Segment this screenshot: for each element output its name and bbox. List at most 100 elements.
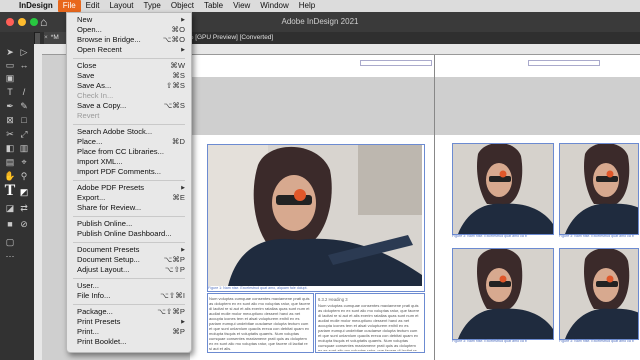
menu-file[interactable]: File: [57, 0, 81, 12]
menu-item-adobe-pdf-presets[interactable]: Adobe PDF Presets ▶: [67, 183, 191, 193]
menu-item-file-info[interactable]: File Info... ⌥⇧⌘I: [67, 291, 191, 301]
menu-item-label: File Info...: [77, 291, 111, 300]
upper-page-spread[interactable]: [190, 55, 640, 77]
menu-item-package[interactable]: Package... ⌥⇧⌘P: [67, 307, 191, 317]
menu-item-print-presets[interactable]: Print Presets ▶: [67, 317, 191, 327]
menu-separator: [73, 216, 185, 217]
menu-object[interactable]: Object: [166, 0, 199, 12]
menu-item-open-recent[interactable]: Open Recent ▶: [67, 45, 191, 55]
rectangle-frame-tool-icon[interactable]: ⊠: [3, 114, 17, 126]
menu-layout[interactable]: Layout: [104, 0, 138, 12]
spread-spine: [434, 55, 435, 360]
menu-separator: [73, 304, 185, 305]
main-photo[interactable]: [208, 145, 422, 286]
pen-tool-icon[interactable]: ✒: [3, 100, 17, 112]
thumbnail-photo: [565, 249, 638, 339]
type-tool-icon[interactable]: T: [3, 86, 17, 98]
menu-item-label: Save a Copy...: [77, 101, 127, 110]
thumbnail-image-frame[interactable]: [559, 143, 639, 235]
apply-none-icon[interactable]: ⊘: [17, 218, 31, 230]
menu-window[interactable]: Window: [255, 0, 293, 12]
swap-fill-stroke-icon[interactable]: ⇄: [17, 202, 31, 214]
menu-type[interactable]: Type: [139, 0, 166, 12]
pencil-tool-icon[interactable]: ✎: [17, 100, 31, 112]
thumbnail-image-frame[interactable]: [452, 143, 554, 235]
menu-item-publish-online[interactable]: Publish Online...: [67, 219, 191, 229]
free-transform-tool-icon[interactable]: ⤢: [17, 128, 31, 140]
direct-selection-tool-icon[interactable]: ▷: [17, 46, 31, 58]
menu-item-save-as[interactable]: Save As... ⇧⌘S: [67, 81, 191, 91]
menu-item-label: Place...: [77, 137, 103, 146]
menu-help[interactable]: Help: [294, 0, 320, 12]
macos-menubar: InDesign File Edit Layout Type Object Ta…: [0, 0, 640, 12]
rectangle-tool-icon[interactable]: □: [17, 114, 31, 126]
menu-item-label: Package...: [77, 307, 113, 316]
fill-stroke-swatch-icon[interactable]: ◩: [17, 186, 31, 198]
menu-item-browse-in-bridge[interactable]: Browse in Bridge... ⌥⌘O: [67, 35, 191, 45]
menu-item-publish-online-dashboard[interactable]: Publish Online Dashboard...: [67, 229, 191, 239]
thumbnail-image-frame[interactable]: [559, 248, 639, 340]
hand-tool-icon[interactable]: ✋: [3, 170, 17, 182]
text-frame-outline[interactable]: [528, 60, 600, 66]
menu-item-adjust-layout[interactable]: Adjust Layout... ⌥⇧P: [67, 265, 191, 275]
menu-view[interactable]: View: [228, 0, 255, 12]
page-tool-icon[interactable]: ▭: [3, 59, 17, 71]
menu-item-label: Print Presets: [77, 317, 121, 326]
thumbnail-photo: [458, 249, 553, 339]
menu-item-document-setup[interactable]: Document Setup... ⌥⌘P: [67, 255, 191, 265]
menu-item-place-from-cc-libraries[interactable]: Place from CC Libraries...: [67, 147, 191, 157]
apply-color-icon[interactable]: ■: [3, 218, 17, 230]
thumbnail-caption: Figure 3: Nam nise. Excelestrud quat amo…: [452, 339, 527, 343]
document-tab[interactable]: × *M: [44, 32, 67, 44]
line-tool-icon[interactable]: /: [17, 86, 31, 98]
menu-item-search-adobe-stock[interactable]: Search Adobe Stock...: [67, 127, 191, 137]
menu-item-place[interactable]: Place... ⌘D: [67, 137, 191, 147]
menu-item-import-xml[interactable]: Import XML...: [67, 157, 191, 167]
menu-edit[interactable]: Edit: [81, 0, 105, 12]
menu-indesign[interactable]: InDesign: [14, 0, 58, 12]
close-tab-icon[interactable]: ×: [44, 34, 48, 41]
thumbnail-photo: [565, 144, 638, 234]
menu-item-export[interactable]: Export... ⌘E: [67, 193, 191, 203]
main-photo-caption: Figure 1: Nam nise. Excelestrud quat amo…: [208, 286, 308, 290]
menu-item-document-presets[interactable]: Document Presets ▶: [67, 245, 191, 255]
selection-tool-icon[interactable]: ➤: [3, 46, 17, 58]
scissors-tool-icon[interactable]: ✂: [3, 128, 17, 140]
menu-item-shortcut: ⌥⇧⌘I: [160, 291, 185, 300]
menu-item-user[interactable]: User...: [67, 281, 191, 291]
menu-item-check-in: Check In...: [67, 91, 191, 101]
menu-item-import-pdf-comments[interactable]: Import PDF Comments...: [67, 167, 191, 177]
menu-item-shortcut: ⌥⌘O: [162, 35, 185, 44]
thumbnail-image-frame[interactable]: [452, 248, 554, 340]
menu-item-label: User...: [77, 281, 99, 290]
menu-item-print-booklet[interactable]: Print Booklet...: [67, 337, 191, 347]
menu-item-shortcut: ⌘W: [170, 61, 185, 70]
gap-tool-icon[interactable]: ↔: [17, 59, 31, 71]
menu-item-new[interactable]: New ▶: [67, 15, 191, 25]
menu-item-label: Document Presets: [77, 245, 140, 254]
gradient-feather-tool-icon[interactable]: ▥: [17, 142, 31, 154]
menu-item-revert: Revert: [67, 111, 191, 121]
screen-mode-icon[interactable]: ▢: [3, 236, 17, 248]
menu-item-save[interactable]: Save ⌘S: [67, 71, 191, 81]
menu-item-print[interactable]: Print... ⌘P: [67, 327, 191, 337]
menu-item-open[interactable]: Open... ⌘O: [67, 25, 191, 35]
eyedropper-tool-icon[interactable]: ⌖: [17, 156, 31, 168]
submenu-arrow-icon: ▶: [181, 47, 185, 53]
menu-item-share-for-review[interactable]: Share for Review...: [67, 203, 191, 213]
pasteboard-gap: [190, 77, 640, 135]
content-collector-icon[interactable]: ▣: [3, 72, 17, 84]
more-tools-icon[interactable]: ⋯: [3, 250, 17, 262]
menu-item-close[interactable]: Close ⌘W: [67, 61, 191, 71]
menu-item-shortcut: ⌘E: [172, 193, 185, 202]
note-tool-icon[interactable]: ▤: [3, 156, 17, 168]
menu-item-save-a-copy[interactable]: Save a Copy... ⌥⌘S: [67, 101, 191, 111]
zoom-tool-icon[interactable]: ⚲: [17, 170, 31, 182]
thumbnail-photo: [458, 144, 553, 234]
gradient-tool-icon[interactable]: ◧: [3, 142, 17, 154]
formatting-affects-text-icon[interactable]: T: [3, 182, 17, 200]
menu-table[interactable]: Table: [199, 0, 228, 12]
text-frame-outline[interactable]: [360, 60, 432, 66]
default-fill-stroke-icon[interactable]: ◪: [3, 202, 17, 214]
menu-item-label: Print...: [77, 327, 99, 336]
